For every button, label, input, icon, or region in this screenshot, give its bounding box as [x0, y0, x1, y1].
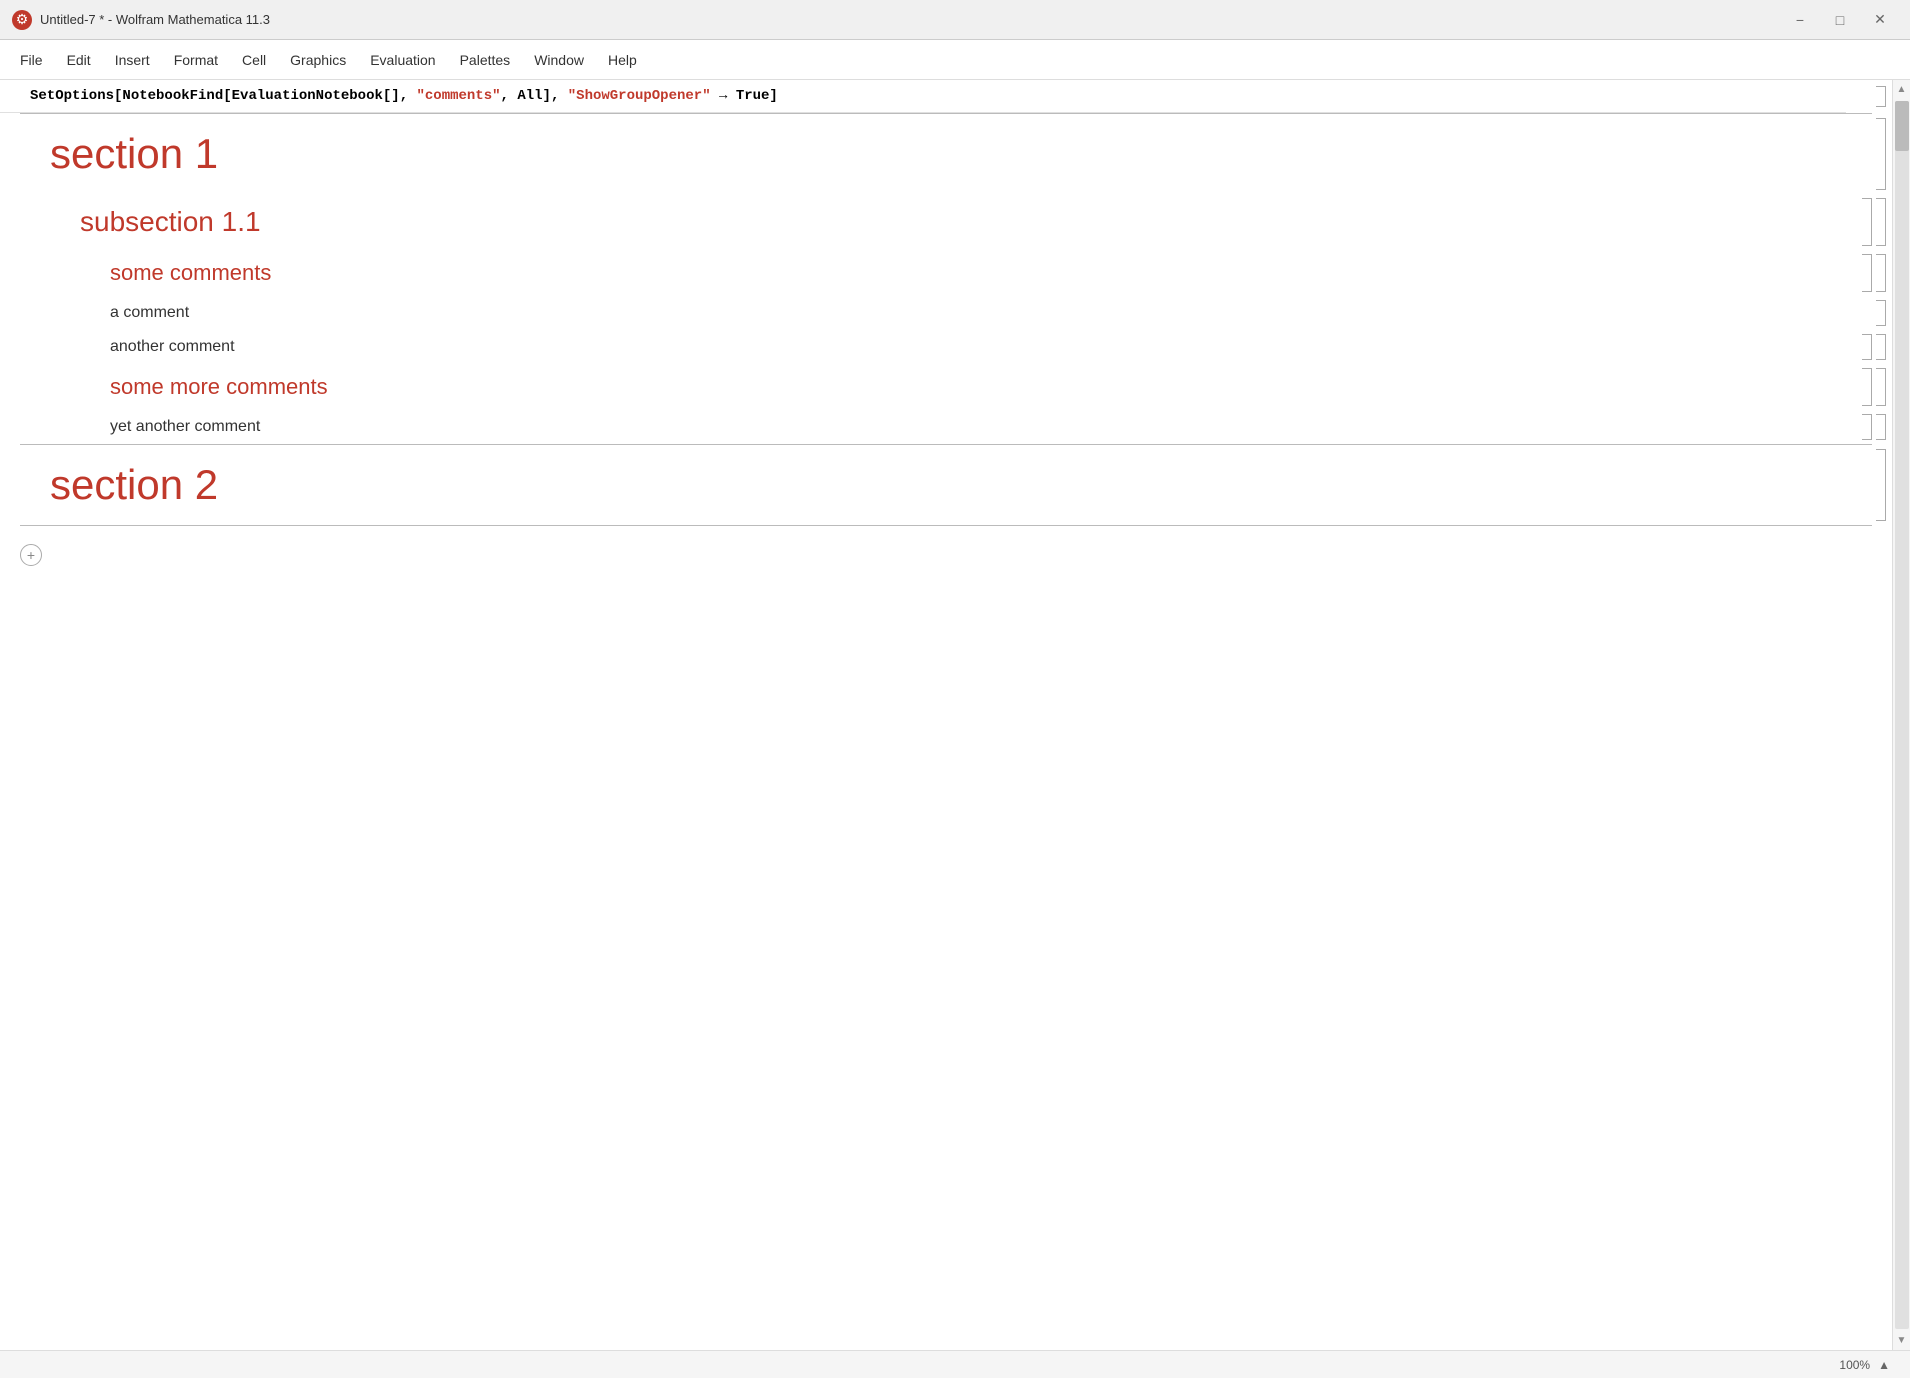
title-bar-left: Untitled-7 * - Wolfram Mathematica 11.3 [12, 10, 270, 30]
scroll-track[interactable] [1895, 101, 1909, 1329]
status-bar: 100% ▲ [0, 1350, 1910, 1378]
another-comment-cell: another comment [0, 330, 1836, 364]
close-button[interactable]: ✕ [1862, 6, 1898, 34]
section2-heading-row: section 2 [0, 445, 1892, 525]
zoom-up-button[interactable]: ▲ [1874, 1356, 1894, 1374]
menu-cell[interactable]: Cell [230, 46, 278, 74]
some-more-comments-row: some more comments [0, 364, 1892, 410]
section1-bracket [1836, 114, 1892, 194]
subsection11-bracket [1836, 194, 1892, 250]
scroll-down-arrow[interactable]: ▼ [1897, 1331, 1907, 1350]
add-cell-button[interactable]: + [20, 544, 42, 566]
menu-bar: File Edit Insert Format Cell Graphics Ev… [0, 40, 1910, 80]
code-cell-row: SetOptions[NotebookFind[EvaluationNotebo… [0, 80, 1892, 113]
minimize-button[interactable]: − [1782, 6, 1818, 34]
menu-window[interactable]: Window [522, 46, 596, 74]
menu-format[interactable]: Format [162, 46, 230, 74]
subsection11-heading: subsection 1.1 [0, 194, 1836, 250]
scrollbar-right[interactable]: ▲ ▼ [1892, 80, 1910, 1350]
title-controls: − □ ✕ [1782, 6, 1898, 34]
title-bar: Untitled-7 * - Wolfram Mathematica 11.3 … [0, 0, 1910, 40]
main-area: SetOptions[NotebookFind[EvaluationNotebo… [0, 80, 1910, 1350]
section1-group: section 1 subsection 1.1 [0, 114, 1892, 444]
scroll-thumb[interactable] [1895, 101, 1909, 151]
yet-another-comment-bracket [1836, 410, 1892, 444]
some-comments-bracket [1836, 250, 1892, 296]
some-comments-row: some comments [0, 250, 1892, 296]
menu-palettes[interactable]: Palettes [448, 46, 523, 74]
section1-heading-row: section 1 [0, 114, 1892, 194]
menu-file[interactable]: File [8, 46, 55, 74]
yet-another-comment-cell: yet another comment [0, 410, 1836, 444]
yet-another-comment-row: yet another comment [0, 410, 1892, 444]
a-comment-bracket [1836, 296, 1892, 330]
code-content: SetOptions[NotebookFind[EvaluationNotebo… [30, 88, 778, 104]
section2-group: section 2 + [0, 445, 1892, 554]
code-cell[interactable]: SetOptions[NotebookFind[EvaluationNotebo… [0, 80, 1846, 113]
maximize-button[interactable]: □ [1822, 6, 1858, 34]
section2-heading: section 2 [0, 445, 1836, 525]
menu-graphics[interactable]: Graphics [278, 46, 358, 74]
another-comment-bracket [1836, 330, 1892, 364]
section2-bracket [1836, 445, 1892, 525]
notebook[interactable]: SetOptions[NotebookFind[EvaluationNotebo… [0, 80, 1892, 1350]
app-icon [12, 10, 32, 30]
a-comment-row: a comment [0, 296, 1892, 330]
code-cell-bracket [1846, 80, 1892, 113]
zoom-level: 100% [1839, 1358, 1870, 1372]
menu-evaluation[interactable]: Evaluation [358, 46, 447, 74]
a-comment-cell: a comment [0, 296, 1836, 330]
another-comment-row: another comment [0, 330, 1892, 364]
scroll-up-arrow[interactable]: ▲ [1897, 80, 1907, 99]
window-title: Untitled-7 * - Wolfram Mathematica 11.3 [40, 12, 270, 27]
subsection11-heading-row: subsection 1.1 [0, 194, 1892, 250]
section1-heading: section 1 [0, 114, 1836, 194]
some-more-comments-heading: some more comments [0, 364, 1836, 410]
menu-edit[interactable]: Edit [55, 46, 103, 74]
menu-help[interactable]: Help [596, 46, 649, 74]
some-more-comments-bracket [1836, 364, 1892, 410]
menu-insert[interactable]: Insert [103, 46, 162, 74]
some-comments-heading: some comments [0, 250, 1836, 296]
notebook-content: SetOptions[NotebookFind[EvaluationNotebo… [0, 80, 1892, 554]
zoom-control: 100% ▲ [1839, 1356, 1894, 1374]
